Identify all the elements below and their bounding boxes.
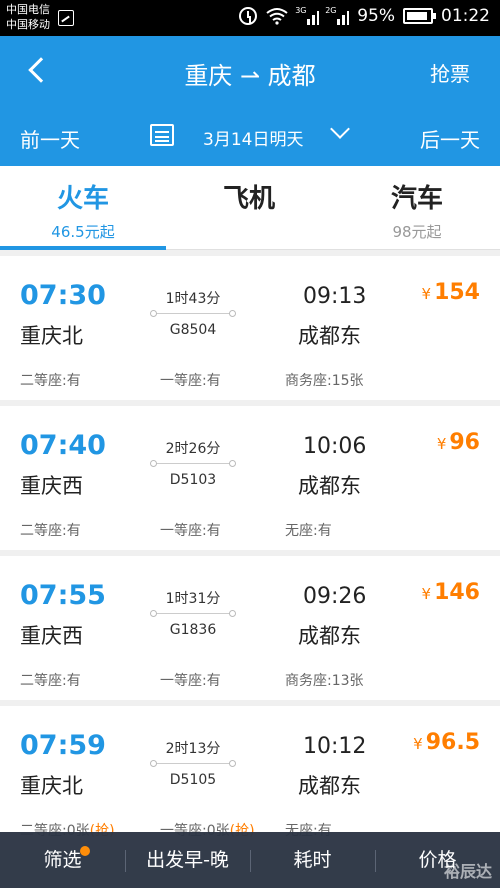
tab-train[interactable]: 火车 46.5元起 <box>0 166 166 250</box>
carrier-info: 中国电信 中国移动 <box>6 2 50 32</box>
battery-icon <box>403 8 436 24</box>
alarm-icon <box>239 7 258 25</box>
price: ¥146 <box>422 580 480 605</box>
price-value: 154 <box>434 280 480 305</box>
trip-duration: 1时43分 <box>165 291 221 307</box>
calendar-icon[interactable] <box>150 124 174 146</box>
train-card[interactable]: 07:59 重庆北 2时13分 D5105 10:12 成都东 ¥96.5 二等… <box>0 706 500 850</box>
currency-symbol: ¥ <box>413 735 423 753</box>
departure-time: 07:30 <box>20 280 106 311</box>
trip-duration: 2时13分 <box>165 741 221 757</box>
seat-first-class: 一等座:有 <box>160 673 221 689</box>
filter-button[interactable]: 筛选 <box>0 832 125 888</box>
price: ¥154 <box>422 280 480 305</box>
departure-time: 07:55 <box>20 580 106 611</box>
seat-second-class: 二等座:有 <box>20 373 81 389</box>
tab-label: 飞机 <box>222 184 275 214</box>
arrival-time: 10:06 <box>303 434 367 459</box>
departure-station: 重庆西 <box>20 624 83 648</box>
network-type-2: 2G <box>325 6 337 15</box>
seat-business-class: 商务座:13张 <box>285 673 364 689</box>
trip-duration: 2时26分 <box>165 441 221 457</box>
wifi-icon <box>266 8 288 25</box>
price-value: 146 <box>434 580 480 605</box>
price: ¥96 <box>437 430 480 455</box>
currency-symbol: ¥ <box>421 585 432 603</box>
seat-second-class: 二等座:有 <box>20 673 81 689</box>
price: ¥96.5 <box>413 730 480 755</box>
signal-icon: 3G <box>295 6 320 25</box>
currency-symbol: ¥ <box>436 435 447 453</box>
carrier-2: 中国移动 <box>6 18 50 31</box>
clock: 01:22 <box>441 6 490 26</box>
train-number: D5105 <box>169 772 217 788</box>
grab-ticket-button[interactable]: 抢票 <box>430 58 470 87</box>
tab-flight[interactable]: 飞机 <box>166 166 332 250</box>
departure-station: 重庆西 <box>20 474 83 498</box>
train-card[interactable]: 07:55 重庆西 1时31分 G1836 09:26 成都东 ¥146 二等座… <box>0 556 500 700</box>
route-line <box>150 759 236 769</box>
train-number: G8504 <box>169 322 217 338</box>
sort-duration-button[interactable]: 耗时 <box>250 832 375 888</box>
battery-percent: 95% <box>357 6 395 26</box>
seat-business-class: 商务座:15张 <box>285 373 364 389</box>
price-value: 96 <box>449 430 480 455</box>
tab-bus[interactable]: 汽车 98元起 <box>334 166 500 250</box>
prev-day-button[interactable]: 前一天 <box>20 124 80 153</box>
mode-tabs: 火车 46.5元起 飞机 汽车 98元起 <box>0 166 500 250</box>
departure-station: 重庆北 <box>20 774 83 798</box>
arrival-station: 成都东 <box>298 774 361 798</box>
train-card[interactable]: 07:30 重庆北 1时43分 G8504 09:13 成都东 ¥154 二等座… <box>0 256 500 400</box>
sim-icon <box>58 10 74 26</box>
sort-departure-button[interactable]: 出发早-晚 <box>125 832 250 888</box>
currency-symbol: ¥ <box>421 285 432 303</box>
route-line <box>150 309 236 319</box>
arrival-station: 成都东 <box>298 324 361 348</box>
tab-min-price: 98元起 <box>392 223 442 241</box>
filter-label: 筛选 <box>43 849 82 871</box>
notification-dot <box>80 846 90 856</box>
chevron-down-icon[interactable] <box>330 119 350 139</box>
departure-time: 07:40 <box>20 430 106 461</box>
arrival-time: 09:26 <box>303 584 367 609</box>
tab-label: 火车 <box>56 184 109 214</box>
tab-label: 汽车 <box>390 184 443 214</box>
watermark: 裕辰达 <box>443 862 492 881</box>
carrier-1: 中国电信 <box>6 3 50 16</box>
route-line <box>150 609 236 619</box>
bottom-bar: 筛选 出发早-晚 耗时 价格 裕辰达 <box>0 832 500 888</box>
arrival-station: 成都东 <box>298 624 361 648</box>
seat-no-seat: 无座:有 <box>285 523 332 539</box>
signal-icon-2: 2G <box>325 6 350 25</box>
tab-min-price: 46.5元起 <box>51 223 115 241</box>
arrival-time: 10:12 <box>303 734 367 759</box>
departure-station: 重庆北 <box>20 324 83 348</box>
status-icons: 3G 2G 95% 01:22 <box>239 6 490 26</box>
seat-first-class: 一等座:有 <box>160 373 221 389</box>
network-type-1: 3G <box>295 6 307 15</box>
seat-first-class: 一等座:有 <box>160 523 221 539</box>
price-value: 96.5 <box>425 730 480 755</box>
header: 重庆 ⇀ 成都 抢票 前一天 3月14日明天 后一天 <box>0 36 500 166</box>
arrival-time: 09:13 <box>303 284 367 309</box>
departure-time: 07:59 <box>20 730 106 761</box>
date-selector[interactable]: 3月14日明天 <box>203 125 303 150</box>
arrival-station: 成都东 <box>298 474 361 498</box>
train-number: G1836 <box>169 622 217 638</box>
train-number: D5103 <box>169 472 217 488</box>
train-card[interactable]: 07:40 重庆西 2时26分 D5103 10:06 成都东 ¥96 二等座:… <box>0 406 500 550</box>
seat-second-class: 二等座:有 <box>20 523 81 539</box>
route-line <box>150 459 236 469</box>
trip-duration: 1时31分 <box>165 591 221 607</box>
page-title: 重庆 ⇀ 成都 <box>184 62 316 90</box>
next-day-button[interactable]: 后一天 <box>420 124 480 153</box>
status-bar: 中国电信 中国移动 3G 2G 95% 01:22 <box>0 0 500 36</box>
